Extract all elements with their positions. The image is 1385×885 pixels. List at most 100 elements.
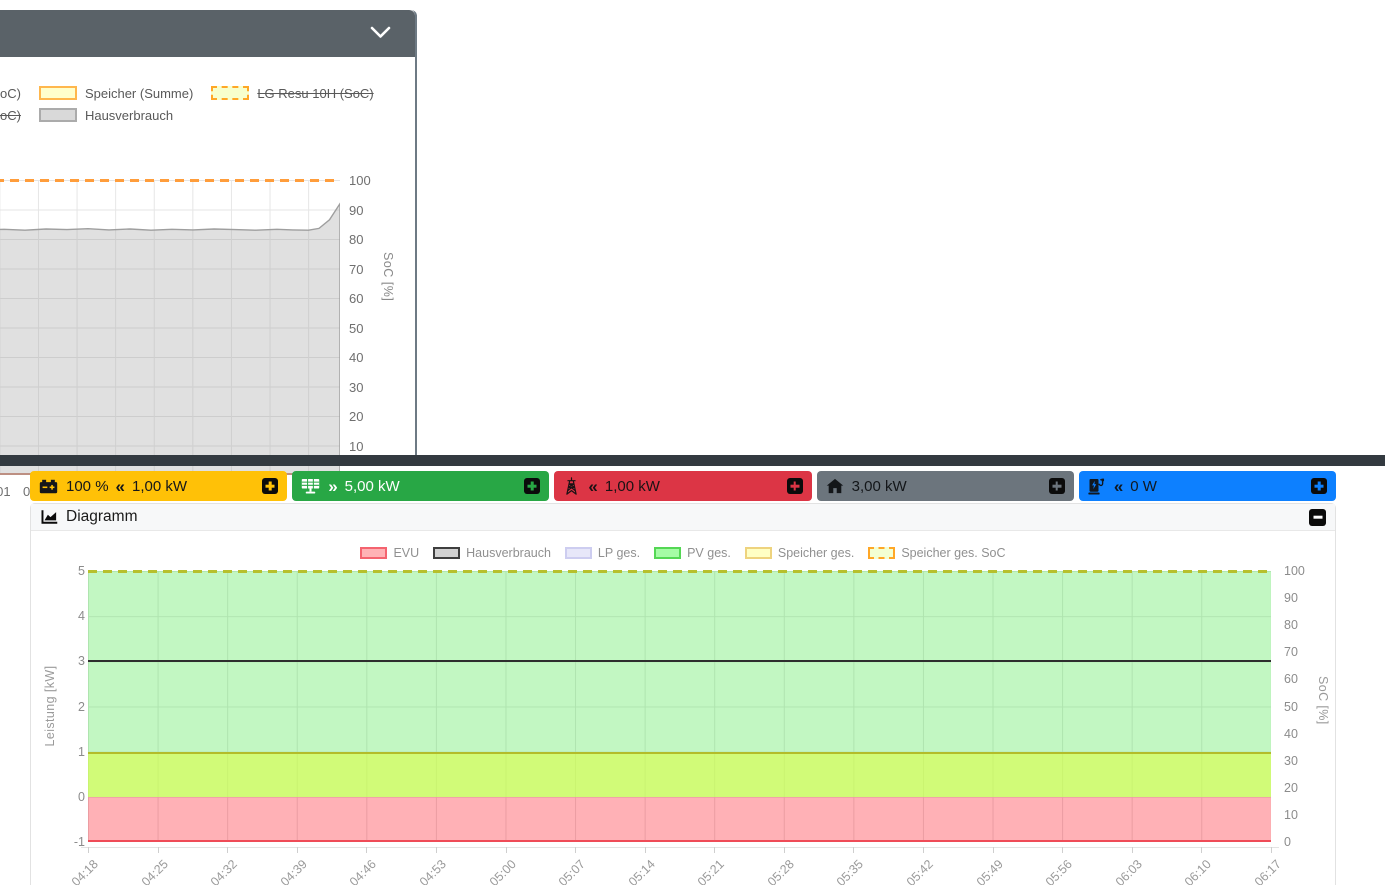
- diagram-yaxis-right-title: SoC [%]: [1316, 676, 1330, 725]
- legend-swatch: [360, 547, 388, 559]
- x-tick-label: 04:18: [68, 857, 101, 885]
- x-tick-mark: [714, 847, 716, 853]
- y-tick-label: 100: [349, 173, 371, 188]
- status-power-value: 0 W: [1130, 477, 1157, 495]
- legend-item[interactable]: Speicher (Summe): [38, 86, 193, 101]
- legend-item[interactable]: Speicher ges.: [744, 546, 855, 560]
- series-line-hausverbrauch: [88, 660, 1271, 663]
- chevron-down-icon[interactable]: [370, 26, 391, 39]
- y-tick-label: 60: [349, 291, 364, 306]
- legend-swatch: [38, 86, 77, 100]
- legend-item[interactable]: Hausverbrauch: [433, 546, 551, 560]
- status-button-grid[interactable]: « 1,00 kW: [554, 471, 812, 501]
- status-button-chargepoint[interactable]: « 0 W: [1078, 471, 1337, 501]
- power-direction-arrow: «: [1113, 476, 1124, 496]
- status-button-house[interactable]: 3,00 kW: [816, 471, 1074, 501]
- x-tick-mark: [435, 847, 437, 853]
- x-tick-label: 05:07: [555, 857, 589, 885]
- soc-chart-plot: [0, 178, 340, 475]
- legend-swatch: [564, 547, 592, 559]
- legend-label: LP ges.: [597, 546, 641, 560]
- x-tick-mark: [505, 847, 507, 853]
- x-tick-label: 04:25: [138, 857, 171, 885]
- soc-panel-body: oC) Speicher (Summe) LG Resu 10H (SoC) oC) H…: [0, 57, 415, 499]
- legend-row: oC) Speicher (Summe) LG Resu 10H (SoC): [0, 82, 392, 104]
- legend-item[interactable]: oC): [0, 86, 21, 101]
- power-direction-arrow: «: [115, 476, 126, 496]
- diagram-yaxis-left-title: Leistung [kW]: [43, 665, 57, 747]
- legend-swatch: [654, 547, 682, 559]
- x-tick-label: 04:32: [208, 857, 241, 885]
- legend-item[interactable]: oC): [0, 108, 21, 123]
- plus-square-icon[interactable]: [786, 478, 803, 494]
- legend-item[interactable]: PV ges.: [654, 546, 731, 560]
- soc-panel-header[interactable]: [0, 10, 415, 57]
- legend-item[interactable]: EVU: [360, 546, 419, 560]
- x-tick-mark: [992, 847, 994, 853]
- legend-swatch: [211, 86, 250, 100]
- house-icon: [826, 478, 844, 494]
- status-power-value: 1,00 kW: [604, 477, 660, 495]
- status-button-row: 100 % « 1,00 kW » 5,00 kW « 1,00 kW 3,00 kW « 0 W: [30, 471, 1337, 501]
- x-tick-label: 05:56: [1043, 857, 1076, 885]
- legend-swatch: [38, 108, 77, 122]
- legend-item[interactable]: LP ges.: [564, 546, 641, 560]
- x-tick-mark: [296, 847, 298, 853]
- plus-square-icon[interactable]: [1311, 478, 1328, 494]
- soc-chart-yaxis-title: SoC [%]: [381, 252, 395, 302]
- minus-square-icon[interactable]: [1309, 508, 1326, 526]
- x-tick-label: 06:10: [1182, 857, 1215, 885]
- charging-station-icon: [1088, 478, 1106, 495]
- plus-square-icon[interactable]: [262, 478, 279, 494]
- y-tick-label: 3: [78, 654, 85, 669]
- status-soc-text: 100 %: [66, 477, 109, 495]
- status-power-value: 1,00 kW: [132, 477, 188, 495]
- legend-item[interactable]: Speicher ges. SoC: [868, 546, 1006, 560]
- legend-label: oC): [0, 107, 21, 123]
- series-dashed-speicher-ges--soc: [88, 570, 1271, 573]
- legend-swatch: [744, 547, 772, 559]
- status-button-battery[interactable]: 100 % « 1,00 kW: [30, 471, 288, 501]
- legend-item[interactable]: LG Resu 10H (SoC): [211, 86, 374, 101]
- x-tick-mark: [366, 847, 368, 853]
- x-tick-mark: [644, 847, 646, 853]
- y-tick-label: 100: [1284, 564, 1305, 578]
- x-tick-label: 05:21: [695, 857, 728, 885]
- x-tick-mark: [227, 847, 229, 853]
- legend-swatch: [868, 547, 896, 559]
- x-tick-mark: [1201, 847, 1203, 853]
- x-tick-label: 05:14: [625, 857, 658, 885]
- x-tick-label: 05:35: [834, 857, 867, 885]
- x-tick-label: 05:42: [903, 857, 936, 885]
- legend-label: Hausverbrauch: [84, 107, 174, 123]
- y-tick-label: 30: [349, 379, 364, 395]
- x-tick-label: 04:01: [0, 484, 11, 499]
- diagram-panel-header[interactable]: Diagramm: [31, 504, 1335, 531]
- power-direction-arrow: «: [588, 476, 598, 496]
- y-tick-label: 40: [1284, 726, 1298, 741]
- y-tick-label: 60: [1284, 672, 1298, 687]
- status-power-value: 3,00 kW: [851, 477, 907, 495]
- legend-label: EVU: [393, 546, 420, 560]
- x-tick-mark: [923, 847, 925, 853]
- soc-area-series: [0, 202, 340, 475]
- soc-chart-panel: oC) Speicher (Summe) LG Resu 10H (SoC) oC) H…: [0, 10, 417, 499]
- x-tick-mark: [1131, 847, 1133, 853]
- soc-chart-legend: oC) Speicher (Summe) LG Resu 10H (SoC) oC) H…: [0, 82, 392, 126]
- y-tick-label: 80: [1284, 618, 1298, 633]
- legend-label: Speicher ges.: [777, 546, 855, 560]
- x-tick-mark: [1062, 847, 1064, 853]
- x-tick-mark: [88, 847, 89, 853]
- x-tick-mark: [853, 847, 855, 853]
- solar-panel-icon: [301, 478, 320, 495]
- x-tick-label: 06:03: [1112, 857, 1145, 885]
- status-power-value: 5,00 kW: [344, 477, 400, 495]
- car-battery-icon: [39, 479, 58, 494]
- plus-square-icon[interactable]: [1048, 478, 1065, 494]
- status-button-pv[interactable]: » 5,00 kW: [292, 471, 550, 501]
- plus-square-icon[interactable]: [524, 478, 541, 494]
- legend-item[interactable]: Hausverbrauch: [38, 107, 174, 123]
- x-tick-label: 06:17: [1251, 857, 1284, 885]
- y-tick-label: 10: [1284, 807, 1298, 822]
- y-tick-label: 80: [349, 232, 364, 247]
